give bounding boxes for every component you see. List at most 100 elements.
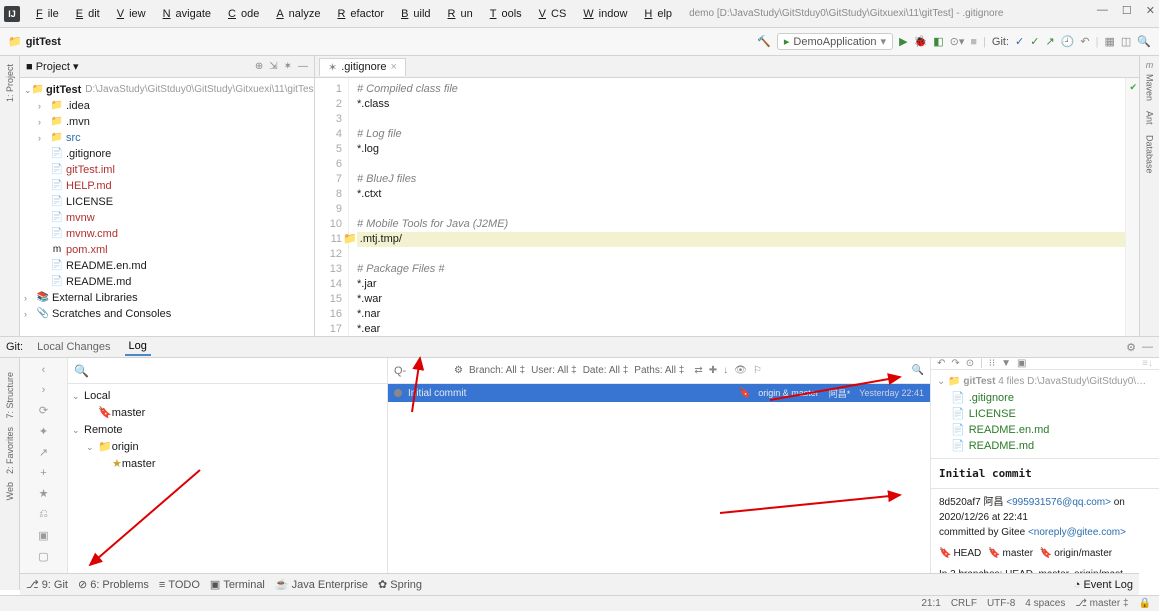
- menu-run[interactable]: Run: [438, 6, 478, 22]
- tree-item[interactable]: 📄.gitignore: [24, 146, 310, 162]
- select-opened-icon[interactable]: ⊕: [255, 61, 263, 72]
- expand-icon[interactable]: ▣: [38, 529, 48, 542]
- author-email[interactable]: <995931576@qq.com>: [1006, 497, 1111, 508]
- tree-item[interactable]: 📄mvnw.cmd: [24, 226, 310, 242]
- commit-hash[interactable]: 8d520af7: [939, 497, 981, 508]
- back-icon[interactable]: ‹: [42, 364, 46, 376]
- profile-icon[interactable]: ⊙▾: [950, 35, 965, 48]
- bottom-tab-terminal[interactable]: ▣ Terminal: [210, 578, 265, 591]
- project-tree[interactable]: ⌄📁 gitTest D:\JavaStudy\GitStduy0\GitStu…: [20, 78, 314, 336]
- status-caret-pos[interactable]: 21:1: [921, 598, 940, 609]
- branch-remote-origin[interactable]: ⌄📁 origin: [72, 439, 383, 456]
- database-tool-tab[interactable]: Database: [1143, 131, 1157, 178]
- find-icon[interactable]: 🔍: [912, 365, 924, 376]
- tree-item[interactable]: 📄HELP.md: [24, 178, 310, 194]
- tree-item[interactable]: 📄README.md: [24, 274, 310, 290]
- status-encoding[interactable]: UTF-8: [987, 598, 1015, 609]
- menu-view[interactable]: View: [107, 6, 151, 22]
- status-branch[interactable]: ⎇ master ‡: [1075, 598, 1128, 609]
- commit-row-selected[interactable]: Initial commit 🔖 origin & master 阿昌* Yes…: [388, 384, 930, 402]
- status-lock-icon[interactable]: 🔒: [1139, 598, 1151, 609]
- intellisort-icon[interactable]: ⇄: [694, 365, 702, 376]
- menu-edit[interactable]: Edit: [66, 6, 105, 22]
- diff-refresh-icon[interactable]: ⊙: [966, 358, 974, 369]
- menu-tools[interactable]: Tools: [480, 6, 527, 22]
- push-icon[interactable]: ↗: [39, 446, 48, 459]
- bottom-tab-todo[interactable]: ≡ TODO: [159, 579, 200, 591]
- ant-tool-tab[interactable]: Ant: [1143, 107, 1157, 129]
- menu-help[interactable]: Help: [634, 6, 677, 22]
- tree-icon[interactable]: ⎌: [39, 508, 48, 521]
- ide-icon2[interactable]: ◫: [1121, 35, 1131, 48]
- filter-user[interactable]: User: All ‡: [531, 365, 577, 376]
- tree-item[interactable]: mpom.xml: [24, 242, 310, 258]
- run-config-selector[interactable]: ▸ DemoApplication ▾: [777, 33, 893, 50]
- log-search-input[interactable]: [394, 365, 448, 377]
- branch-remote-origin-master[interactable]: ★ master: [72, 456, 383, 473]
- menu-navigate[interactable]: Navigate: [153, 6, 216, 22]
- editor-tab-gitignore[interactable]: ✶ .gitignore ×: [319, 58, 406, 76]
- external-libraries[interactable]: ›📚 External Libraries: [24, 290, 310, 306]
- git-settings-icon[interactable]: ⚙: [1126, 341, 1136, 354]
- git-hide-icon[interactable]: —: [1142, 341, 1153, 354]
- vcs-revert-icon[interactable]: ↶: [1080, 35, 1089, 48]
- scratches[interactable]: ›📎 Scratches and Consoles: [24, 306, 310, 322]
- search-everywhere-icon[interactable]: 🔍: [1137, 35, 1151, 48]
- changed-file[interactable]: 📄README.en.md: [937, 422, 1153, 438]
- menu-build[interactable]: Build: [391, 6, 435, 22]
- menu-analyze[interactable]: Analyze: [266, 6, 325, 22]
- filter-date[interactable]: Date: All ‡: [583, 365, 629, 376]
- structure-tool-tab[interactable]: 7: Structure: [3, 368, 17, 423]
- cherry-pick-icon[interactable]: ✦: [39, 425, 48, 438]
- menu-vcs[interactable]: VCS: [529, 6, 572, 22]
- collapse-icon[interactable]: ▢: [38, 550, 48, 563]
- committer-email[interactable]: <noreply@gitee.com>: [1028, 527, 1126, 538]
- close-tab-icon[interactable]: ×: [390, 61, 396, 73]
- ide-icon1[interactable]: ▦: [1104, 35, 1114, 48]
- branch-tree[interactable]: ⌄Local 🔖 master ⌄Remote ⌄📁 origin ★ mast…: [68, 384, 387, 477]
- editor-body[interactable]: 1234567891011121314151617 # Compiled cla…: [315, 78, 1139, 336]
- tree-item[interactable]: 📄LICENSE: [24, 194, 310, 210]
- tree-item[interactable]: ›📁src: [24, 130, 310, 146]
- menu-code[interactable]: Code: [218, 6, 264, 22]
- changed-file[interactable]: 📄README.md: [937, 438, 1153, 454]
- web-tool-tab[interactable]: Web: [3, 478, 17, 504]
- code-area[interactable]: # Compiled class file*.class # Log file*…: [349, 78, 1125, 336]
- tree-item[interactable]: ›📁.idea: [24, 98, 310, 114]
- build-icon[interactable]: 🔨: [757, 35, 771, 48]
- gear-icon[interactable]: ⚙: [454, 365, 463, 376]
- project-tool-tab[interactable]: 1: Project: [3, 60, 17, 106]
- branch-group-local[interactable]: ⌄Local: [72, 388, 383, 405]
- menu-window[interactable]: Window: [573, 6, 632, 22]
- maximize-button[interactable]: ☐: [1122, 4, 1132, 17]
- collapse-all-icon[interactable]: ✶: [284, 61, 292, 72]
- bottom-tab-git[interactable]: ⎇ 9: Git: [26, 578, 68, 591]
- event-log-button[interactable]: ◔ Event Log: [1074, 579, 1133, 591]
- tree-item[interactable]: 📄README.en.md: [24, 258, 310, 274]
- branch-local-master[interactable]: 🔖 master: [72, 405, 383, 422]
- run-icon[interactable]: ▶: [899, 35, 907, 48]
- coverage-icon[interactable]: ◧: [933, 35, 943, 48]
- filter-icon[interactable]: ▼: [1001, 358, 1011, 369]
- group-icon[interactable]: ⁝⁝: [989, 358, 995, 369]
- changed-file[interactable]: 📄.gitignore: [937, 390, 1153, 406]
- tree-item[interactable]: 📄mvnw: [24, 210, 310, 226]
- breadcrumb[interactable]: 📁 gitTest: [8, 35, 61, 48]
- expand2-icon[interactable]: ▣: [1017, 358, 1026, 369]
- tree-item[interactable]: 📄gitTest.iml: [24, 162, 310, 178]
- refresh-icon[interactable]: ⟳: [39, 404, 48, 417]
- branch-search-input[interactable]: [93, 365, 381, 377]
- pick-icon[interactable]: ✚: [709, 365, 717, 376]
- favorites-tool-tab[interactable]: 2: Favorites: [3, 423, 17, 478]
- eye-icon[interactable]: 👁: [734, 365, 747, 376]
- tree-item[interactable]: ›📁.mvn: [24, 114, 310, 130]
- changed-file[interactable]: 📄LICENSE: [937, 406, 1153, 422]
- vcs-history-icon[interactable]: 🕘: [1061, 35, 1075, 48]
- settings-icon[interactable]: —: [298, 61, 308, 72]
- filter-paths[interactable]: Paths: All ‡: [634, 365, 684, 376]
- expand-all-icon[interactable]: ⇲: [269, 61, 277, 72]
- vcs-commit-icon[interactable]: ✓: [1030, 35, 1039, 48]
- status-indent[interactable]: 4 spaces: [1025, 598, 1065, 609]
- close-button[interactable]: ✕: [1146, 4, 1155, 17]
- vcs-push-icon[interactable]: ↗: [1045, 35, 1054, 48]
